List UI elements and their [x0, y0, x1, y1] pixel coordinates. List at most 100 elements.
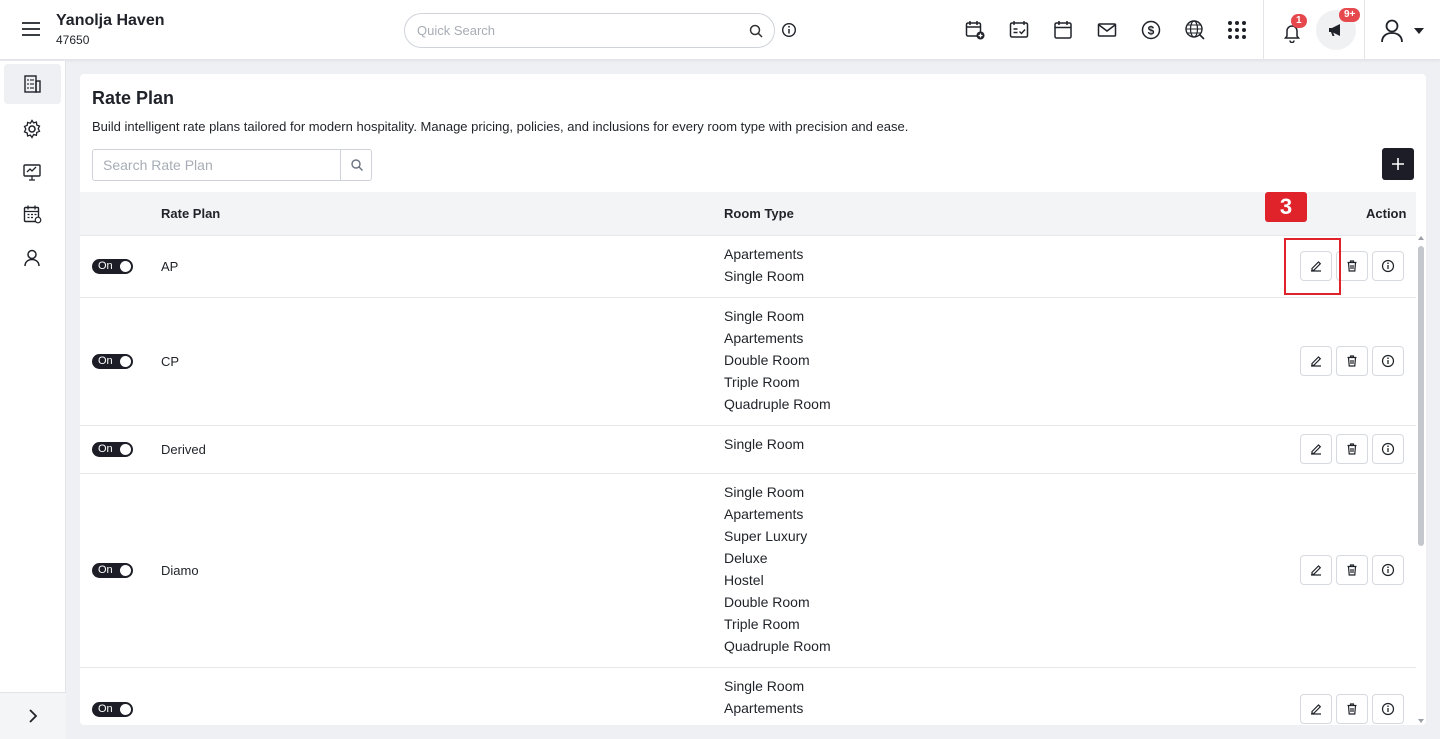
- room-type-item: Single Room: [724, 484, 805, 500]
- announcement-badge: 9+: [1339, 8, 1361, 22]
- gear-icon: [22, 119, 42, 139]
- info-button[interactable]: [1372, 251, 1404, 281]
- edit-button[interactable]: [1300, 434, 1332, 464]
- table-scrollbar[interactable]: [1416, 236, 1426, 725]
- delete-button[interactable]: [1336, 694, 1368, 724]
- user-menu[interactable]: [1378, 17, 1426, 45]
- toggle-label: On: [98, 443, 113, 455]
- edit-button[interactable]: [1300, 251, 1332, 281]
- room-type-item: Deluxe: [724, 550, 768, 566]
- sidebar-item-property[interactable]: [4, 64, 61, 104]
- status-toggle[interactable]: On: [92, 702, 133, 717]
- table-row: On Derived Single Room: [80, 426, 1416, 474]
- column-header-action: Action: [1366, 206, 1407, 221]
- room-type-item: Super Luxury: [724, 719, 807, 725]
- delete-button[interactable]: [1336, 434, 1368, 464]
- user-icon: [22, 248, 42, 268]
- info-button[interactable]: [1372, 694, 1404, 724]
- calendar-icon[interactable]: [1052, 19, 1074, 41]
- column-header-room-type: Room Type: [724, 206, 794, 221]
- trash-icon: [1345, 354, 1359, 368]
- scroll-up-arrow[interactable]: [1418, 236, 1424, 240]
- scroll-thumb[interactable]: [1418, 246, 1424, 546]
- add-rate-plan-button[interactable]: [1382, 148, 1414, 180]
- calendar-check-icon[interactable]: [1008, 19, 1030, 41]
- page-description: Build intelligent rate plans tailored fo…: [92, 119, 909, 134]
- sidebar-item-user[interactable]: [4, 238, 61, 278]
- table-row: On Diamo Single Room Apartements Super Luxur…: [80, 474, 1416, 668]
- info-button[interactable]: [1372, 555, 1404, 585]
- status-toggle[interactable]: On: [92, 442, 133, 457]
- room-type-item: Quadruple Room: [724, 638, 831, 654]
- room-type-list: Single Room Apartements Super Luxury: [724, 675, 807, 725]
- dollar-icon[interactable]: $: [1140, 19, 1162, 41]
- pencil-icon: [1309, 259, 1323, 273]
- room-type-item: Triple Room: [724, 374, 800, 390]
- property-name: Yanolja Haven: [56, 12, 165, 29]
- sidebar-item-monitor[interactable]: [4, 152, 61, 192]
- pencil-icon: [1309, 563, 1323, 577]
- trash-icon: [1345, 259, 1359, 273]
- hamburger-menu-icon[interactable]: [20, 18, 42, 40]
- trash-icon: [1345, 563, 1359, 577]
- rate-plan-search-input[interactable]: [103, 150, 339, 180]
- room-type-item: Double Room: [724, 352, 810, 368]
- pencil-icon: [1309, 354, 1323, 368]
- info-button[interactable]: [1372, 346, 1404, 376]
- delete-button[interactable]: [1336, 251, 1368, 281]
- scroll-down-arrow[interactable]: [1418, 719, 1424, 723]
- status-toggle[interactable]: On: [92, 259, 133, 274]
- toggle-knob: [120, 444, 131, 455]
- room-type-item: Single Room: [724, 436, 805, 452]
- delete-button[interactable]: [1336, 346, 1368, 376]
- room-type-item: Single Room: [724, 308, 805, 324]
- status-toggle[interactable]: On: [92, 354, 133, 369]
- apps-grid-icon[interactable]: [1226, 19, 1248, 41]
- property-id: 47650: [56, 33, 90, 47]
- delete-button[interactable]: [1336, 555, 1368, 585]
- status-toggle[interactable]: On: [92, 563, 133, 578]
- rate-plan-search: [92, 149, 372, 181]
- building-icon: [22, 74, 42, 94]
- pencil-icon: [1309, 442, 1323, 456]
- search-icon[interactable]: [748, 23, 764, 39]
- sidebar-item-calendar[interactable]: [4, 194, 61, 234]
- page-title: Rate Plan: [92, 88, 175, 108]
- sidebar-expand-button[interactable]: [0, 692, 66, 739]
- globe-icon[interactable]: [1184, 19, 1206, 41]
- megaphone-icon: [1327, 21, 1345, 39]
- user-avatar-icon: [1378, 17, 1406, 45]
- pencil-icon: [1309, 702, 1323, 716]
- notification-badge: 1: [1291, 14, 1307, 28]
- info-icon: [1381, 702, 1395, 716]
- chevron-right-icon: [24, 707, 42, 725]
- toolbar-divider: [1263, 0, 1264, 60]
- search-icon: [350, 158, 364, 172]
- room-type-item: Hostel: [724, 572, 764, 588]
- sidebar-item-settings[interactable]: [4, 109, 61, 149]
- trash-icon: [1345, 442, 1359, 456]
- room-type-item: Triple Room: [724, 616, 800, 632]
- rate-plan-search-button[interactable]: [340, 150, 371, 180]
- room-type-item: Quadruple Room: [724, 396, 831, 412]
- edit-button[interactable]: [1300, 555, 1332, 585]
- room-type-list: Single Room Apartements Double Room Triple …: [724, 305, 831, 415]
- annotation-step-number: 3: [1265, 192, 1307, 222]
- plus-icon: [1391, 157, 1405, 171]
- room-type-item: Double Room: [724, 594, 810, 610]
- info-icon[interactable]: [781, 22, 797, 38]
- quick-search-input[interactable]: [417, 14, 737, 47]
- calendar-add-icon[interactable]: [964, 19, 986, 41]
- room-type-list: Apartements Single Room: [724, 243, 804, 287]
- room-type-item: Super Luxury: [724, 528, 808, 544]
- toggle-knob: [120, 704, 131, 715]
- edit-button[interactable]: [1300, 346, 1332, 376]
- toggle-label: On: [98, 564, 113, 576]
- room-type-item: Apartements: [724, 700, 804, 716]
- trash-icon: [1345, 702, 1359, 716]
- room-type-item: Apartements: [724, 246, 804, 262]
- toggle-knob: [120, 565, 131, 576]
- mail-icon[interactable]: [1096, 19, 1118, 41]
- info-button[interactable]: [1372, 434, 1404, 464]
- edit-button[interactable]: [1300, 694, 1332, 724]
